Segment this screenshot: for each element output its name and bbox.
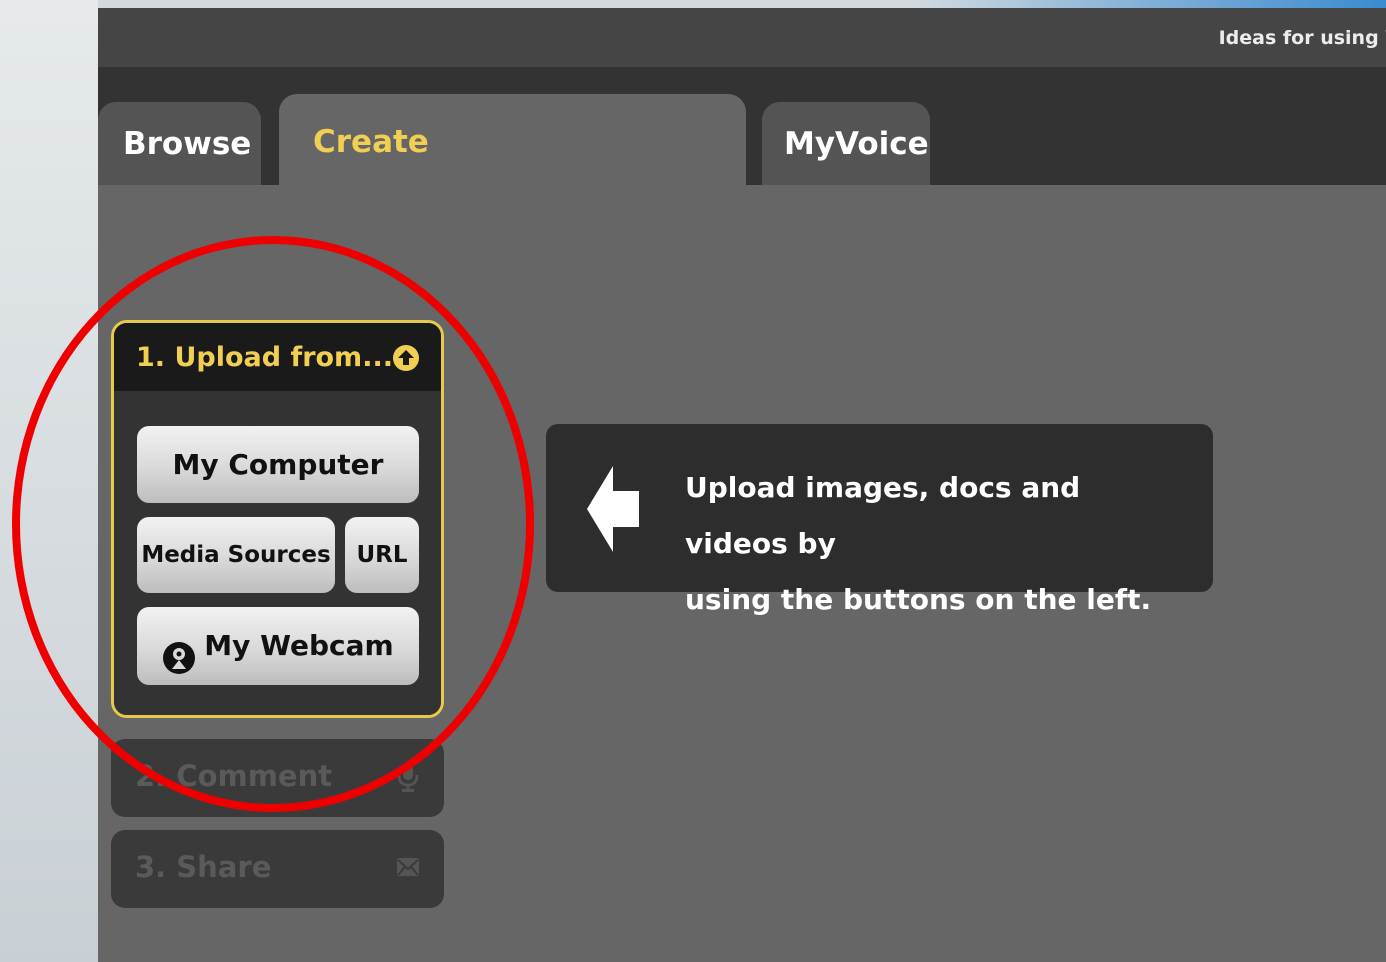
envelope-icon [396,852,420,884]
microphone-icon [396,761,420,793]
upload-panel-title: 1. Upload from... [136,342,393,373]
share-step-label: 3. Share [135,850,272,884]
app-window: Ideas for using V Browse Create MyVoice … [98,8,1386,962]
up-arrow-icon[interactable] [393,345,419,371]
tab-myvoice[interactable]: MyVoice [762,102,930,185]
top-bar: Ideas for using V [98,8,1386,67]
decorative-header-strip [920,0,1386,8]
my-webcam-button[interactable]: My Webcam [137,607,419,685]
upload-panel: 1. Upload from... My Computer Media Sour… [111,320,444,718]
ideas-link[interactable]: Ideas for using V [1219,27,1386,49]
upload-hint-box: Upload images, docs and videos by using … [546,424,1213,616]
webcam-icon [162,627,196,674]
my-webcam-label: My Webcam [204,629,394,662]
comment-step-label: 2. Comment [135,759,333,793]
hint-line-1: Upload images, docs and videos by [685,471,1081,560]
media-sources-button[interactable]: Media Sources [137,517,335,593]
tab-bar: Browse Create MyVoice [98,67,1386,194]
hint-line-2: using the buttons on the left. [685,583,1152,616]
hint-text: Upload images, docs and videos by using … [685,460,1185,628]
tab-create[interactable]: Create [279,94,746,194]
share-step[interactable]: 3. Share [111,830,444,908]
slide-margin [0,0,98,962]
url-button[interactable]: URL [345,517,419,593]
left-arrow-icon [587,466,639,552]
upload-panel-body: My Computer Media Sources URL My Webcam [114,391,441,715]
upload-panel-header[interactable]: 1. Upload from... [114,323,441,391]
comment-step[interactable]: 2. Comment [111,739,444,817]
my-computer-button[interactable]: My Computer [137,426,419,503]
tab-browse[interactable]: Browse [98,102,261,185]
